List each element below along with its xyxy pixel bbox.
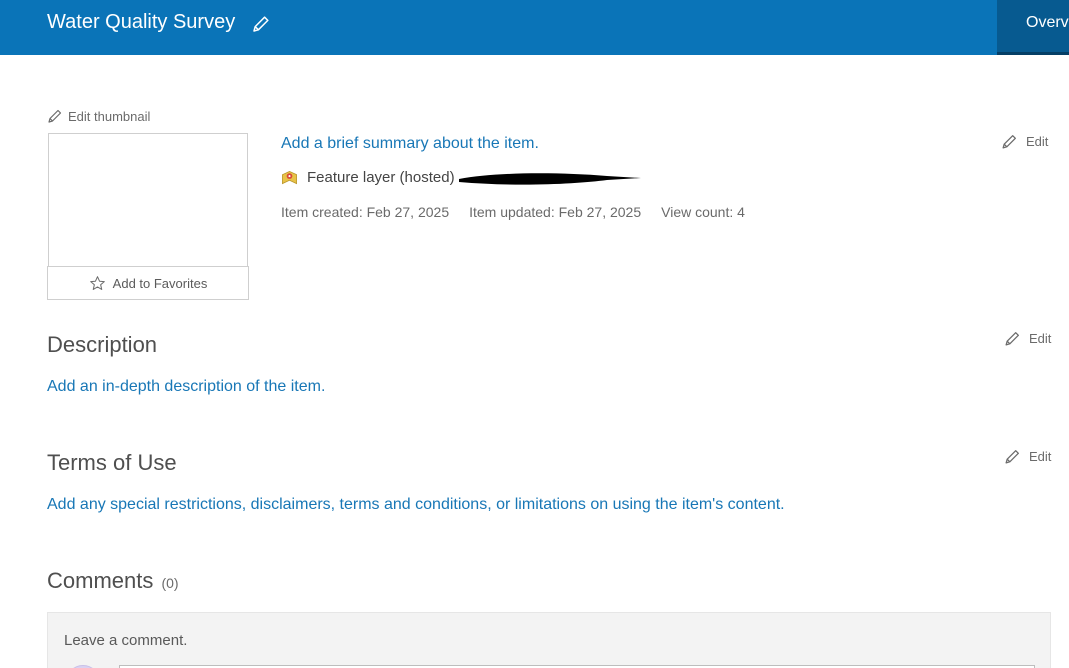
star-icon	[89, 275, 105, 290]
comments-heading-label: Comments	[47, 568, 154, 593]
terms-edit-label: Edit	[1029, 449, 1052, 464]
terms-heading: Terms of Use	[47, 450, 177, 475]
redaction-mark	[459, 173, 641, 185]
edit-thumbnail-button[interactable]: Edit thumbnail	[47, 108, 150, 124]
page-title: Water Quality Survey	[47, 11, 236, 33]
tab-overview[interactable]: Overview	[997, 0, 1069, 55]
pencil-icon	[1002, 135, 1016, 149]
pencil-icon	[1005, 332, 1019, 346]
top-bar: Water Quality Survey Overview	[0, 0, 1069, 55]
item-type-row: Feature layer (hosted)	[281, 169, 455, 186]
comment-panel: Leave a comment.	[47, 612, 1051, 668]
description-heading: Description	[47, 332, 158, 357]
terms-edit-button[interactable]: Edit	[1004, 448, 1051, 465]
item-type-label: Feature layer (hosted)	[307, 169, 455, 186]
add-to-favorites-label: Add to Favorites	[112, 275, 208, 291]
pencil-icon	[48, 109, 62, 123]
pencil-icon	[1005, 450, 1019, 464]
terms-placeholder-link[interactable]: Add any special restrictions, disclaimer…	[47, 496, 785, 514]
item-thumbnail	[48, 133, 248, 267]
item-meta-row: Item created: Feb 27, 2025 Item updated:…	[281, 204, 745, 220]
view-count: View count: 4	[661, 204, 745, 220]
description-placeholder-link[interactable]: Add an in-depth description of the item.	[47, 378, 325, 396]
comments-heading: Comments (0)	[47, 568, 179, 594]
summary-edit-button[interactable]: Edit	[1001, 133, 1048, 150]
add-to-favorites-button[interactable]: Add to Favorites	[47, 266, 249, 300]
summary-edit-label: Edit	[1026, 134, 1049, 149]
description-edit-button[interactable]: Edit	[1004, 330, 1051, 347]
description-edit-label: Edit	[1029, 331, 1052, 346]
feature-layer-icon	[282, 170, 297, 185]
item-updated: Item updated: Feb 27, 2025	[469, 204, 642, 220]
edit-thumbnail-label: Edit thumbnail	[68, 108, 151, 124]
summary-placeholder-link[interactable]: Add a brief summary about the item.	[281, 135, 539, 153]
comment-prompt: Leave a comment.	[64, 632, 188, 649]
title-edit-pencil-icon[interactable]	[251, 14, 271, 34]
item-created: Item created: Feb 27, 2025	[281, 204, 450, 220]
comments-count: (0)	[161, 575, 179, 591]
